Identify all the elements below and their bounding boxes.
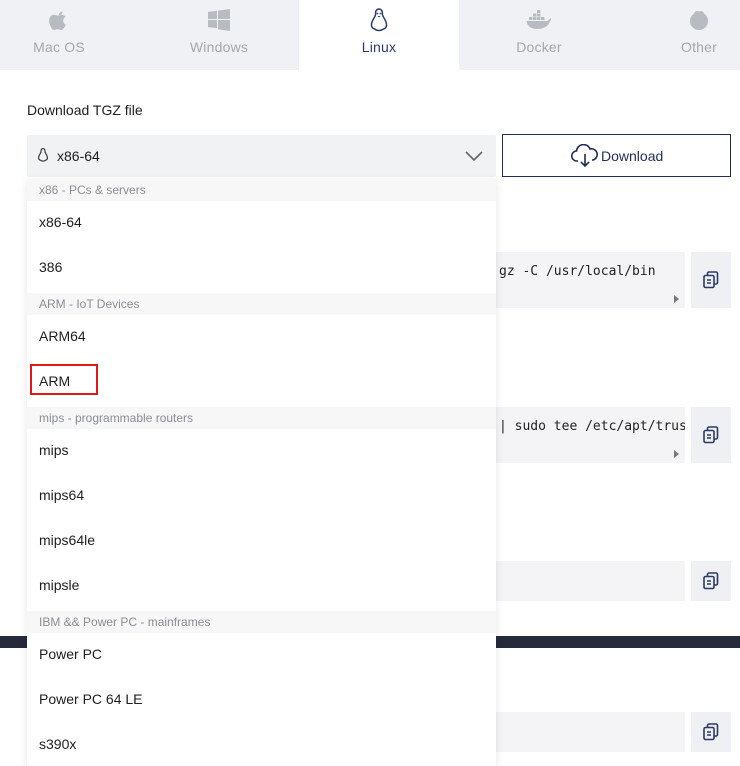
tab-label: Mac OS	[33, 39, 85, 55]
os-tab-bar: Mac OS Windows Linux Docker Other	[0, 0, 740, 70]
option-x86-64[interactable]: x86-64	[27, 200, 496, 245]
option-mips64[interactable]: mips64	[27, 473, 496, 518]
chevron-down-icon	[464, 149, 484, 167]
windows-icon	[139, 8, 299, 32]
scroll-right-arrow-icon[interactable]	[674, 295, 679, 303]
copy-icon	[703, 572, 719, 590]
cloud-download-icon	[570, 143, 599, 173]
tab-windows[interactable]: Windows	[139, 0, 299, 70]
option-power-pc-64-le[interactable]: Power PC 64 LE	[27, 677, 496, 722]
tab-other[interactable]: Other	[619, 0, 740, 70]
option-386[interactable]: 386	[27, 245, 496, 290]
linux-icon	[37, 147, 49, 167]
copy-icon	[703, 271, 719, 289]
architecture-dropdown: x86 - PCs & servers x86-64 386 ARM - IoT…	[27, 179, 496, 766]
tab-label: Other	[680, 39, 717, 55]
option-mipsle[interactable]: mipsle	[27, 563, 496, 608]
option-power-pc[interactable]: Power PC	[27, 632, 496, 677]
tab-label: Windows	[189, 39, 249, 55]
linux-icon	[299, 8, 459, 32]
download-label: Download	[601, 148, 664, 164]
option-s390x[interactable]: s390x	[27, 722, 496, 766]
copy-button[interactable]	[691, 712, 731, 752]
copy-button[interactable]	[691, 252, 731, 308]
copy-icon	[703, 723, 719, 741]
copy-button[interactable]	[691, 561, 731, 601]
download-button[interactable]: Download	[502, 134, 731, 177]
option-mips64le[interactable]: mips64le	[27, 518, 496, 563]
tab-linux[interactable]: Linux	[299, 0, 459, 70]
option-arm64[interactable]: ARM64	[27, 314, 496, 359]
option-arm[interactable]: ARM	[27, 359, 496, 404]
architecture-select[interactable]: x86-64	[27, 135, 496, 177]
download-tgz-label: Download TGZ file	[27, 102, 143, 118]
scroll-right-arrow-icon[interactable]	[674, 450, 679, 458]
option-mips[interactable]: mips	[27, 428, 496, 473]
tab-docker[interactable]: Docker	[459, 0, 619, 70]
option-group-header: x86 - PCs & servers	[27, 179, 496, 201]
copy-icon	[703, 426, 719, 444]
selected-architecture: x86-64	[57, 148, 100, 164]
option-group-header: mips - programmable routers	[27, 407, 496, 429]
option-group-header: IBM && Power PC - mainframes	[27, 611, 496, 633]
other-os-icon	[619, 8, 740, 32]
copy-button[interactable]	[691, 407, 731, 463]
option-group-header: ARM - IoT Devices	[27, 293, 496, 315]
tab-mac-os[interactable]: Mac OS	[0, 0, 139, 70]
apple-icon	[0, 8, 139, 32]
docker-icon	[459, 8, 619, 32]
tab-label: Docker	[516, 39, 562, 55]
code-text: | sudo tee /etc/apt/trus	[499, 419, 685, 434]
tab-label: Linux	[361, 39, 397, 55]
code-text: gz -C /usr/local/bin	[499, 264, 656, 279]
